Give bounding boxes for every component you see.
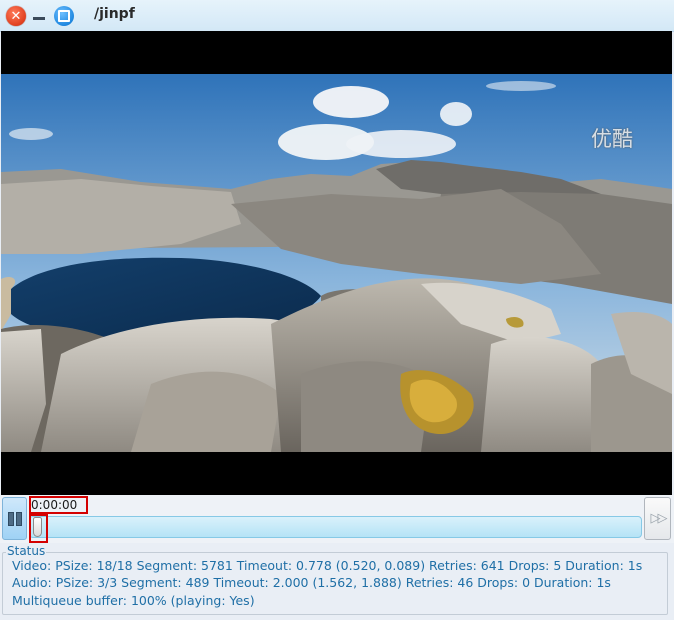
- maximize-icon[interactable]: [54, 6, 74, 26]
- status-group: Status Video: PSize: 18/18 Segment: 5781…: [2, 544, 670, 616]
- step-forward-icon: ▷▷: [650, 511, 668, 526]
- time-display: 0:00:00: [29, 496, 88, 514]
- close-glyph: ✕: [10, 8, 22, 24]
- status-buffer-line: Multiqueue buffer: 100% (playing: Yes): [12, 593, 255, 608]
- video-watermark: 优酷: [591, 127, 633, 151]
- video-area[interactable]: 优酷: [1, 31, 672, 495]
- status-title: Status: [6, 544, 47, 558]
- minimize-icon[interactable]: [33, 17, 45, 20]
- status-audio-line: Audio: PSize: 3/3 Segment: 489 Timeout: …: [12, 575, 611, 590]
- video-frame: [1, 74, 672, 452]
- seek-slider[interactable]: [29, 516, 642, 538]
- close-icon[interactable]: ✕: [6, 6, 26, 26]
- seek-slider-handle[interactable]: [33, 517, 42, 537]
- title-bar: ✕ /jinpf: [0, 0, 674, 32]
- window-title: /jinpf: [94, 6, 135, 22]
- pause-button[interactable]: [2, 497, 27, 540]
- status-video-line: Video: PSize: 18/18 Segment: 5781 Timeou…: [12, 558, 643, 573]
- pause-icon: [7, 511, 22, 526]
- step-forward-button[interactable]: ▷▷: [644, 497, 671, 540]
